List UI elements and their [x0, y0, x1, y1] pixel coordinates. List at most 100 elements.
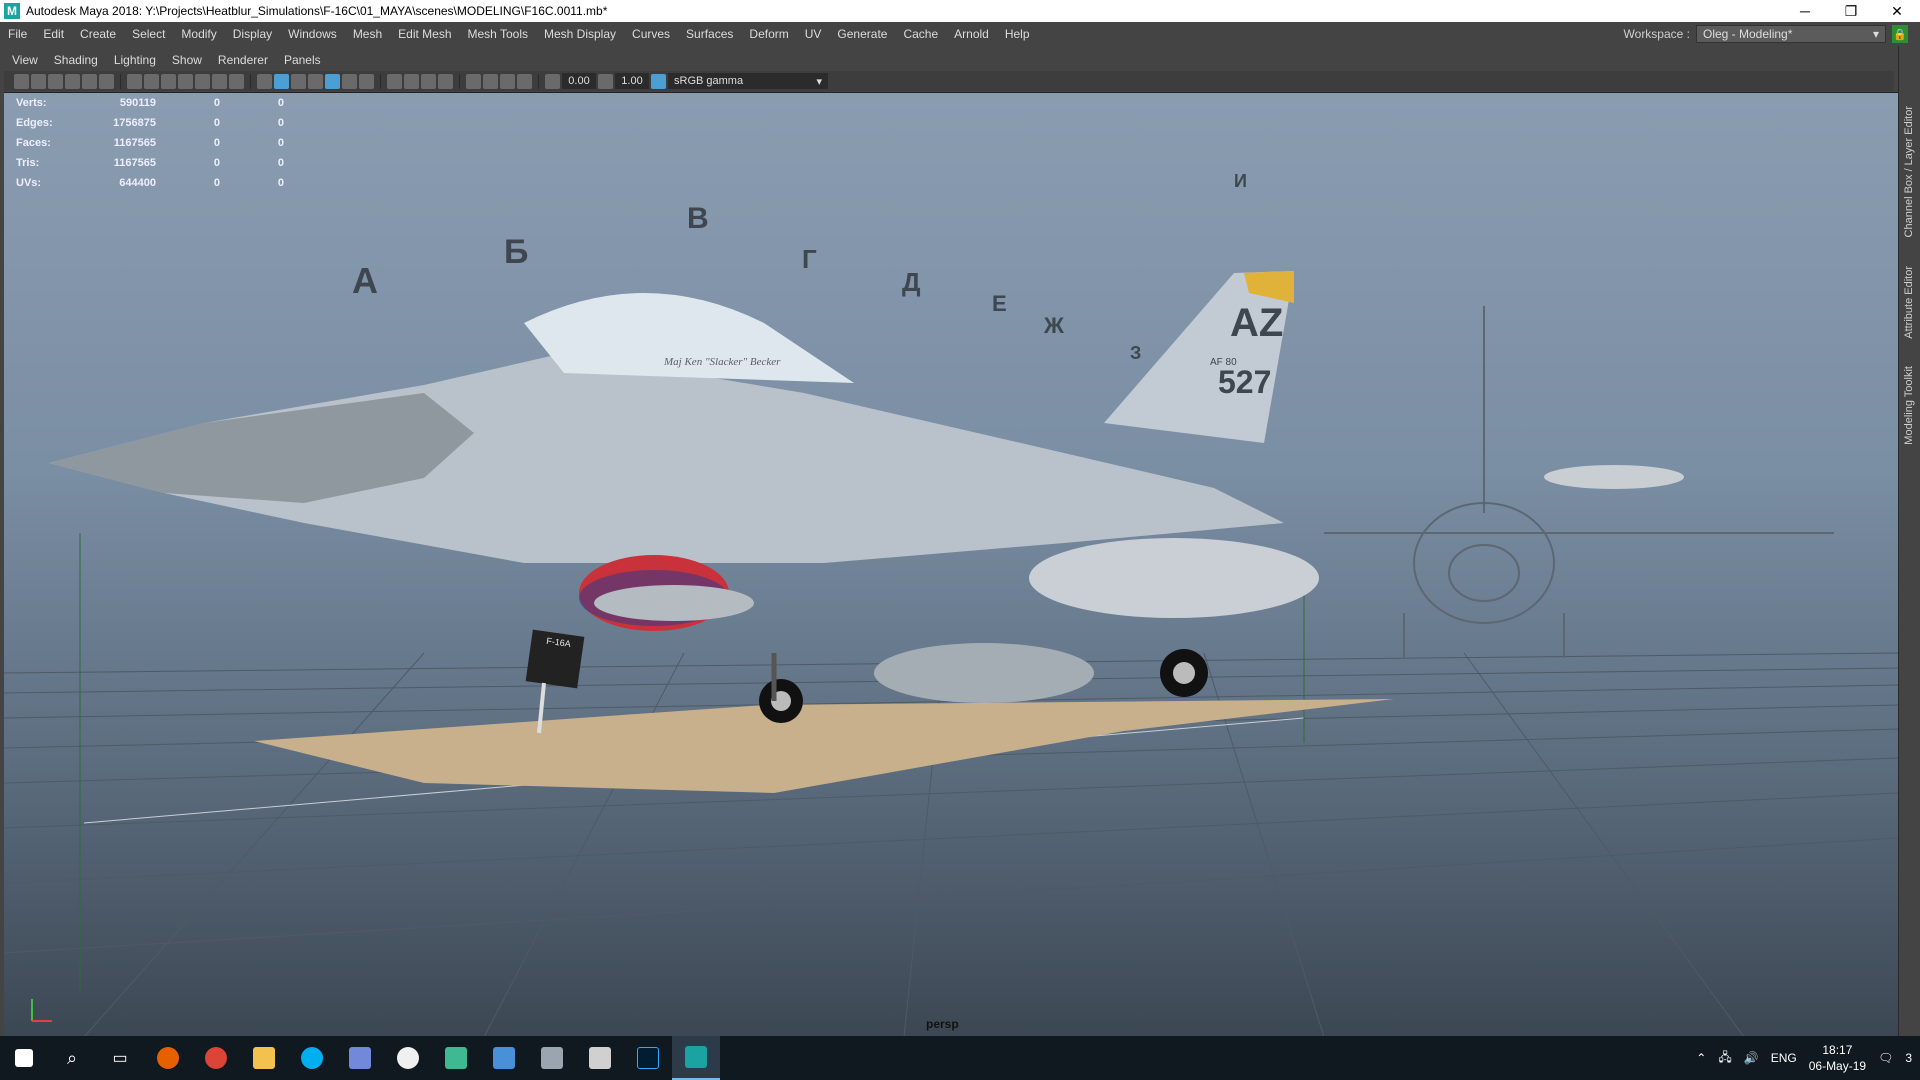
menu-file[interactable]: File — [0, 27, 35, 41]
network-icon[interactable]: 🖧 — [1718, 1048, 1731, 1069]
taskbar-photoshop[interactable] — [624, 1036, 672, 1080]
lock-icon[interactable]: 🔒 — [1892, 25, 1908, 43]
menu-modify[interactable]: Modify — [173, 27, 224, 41]
marker-v: В — [687, 202, 709, 235]
camera-attributes-icon[interactable] — [31, 73, 46, 89]
select-camera-icon[interactable] — [14, 73, 29, 89]
default-material-icon[interactable] — [291, 73, 306, 89]
menu-curves[interactable]: Curves — [624, 27, 678, 41]
gate-mask-icon[interactable] — [178, 73, 193, 89]
menu-select[interactable]: Select — [124, 27, 173, 41]
xray-joints-icon[interactable] — [517, 73, 532, 89]
image-plane-icon[interactable] — [65, 73, 80, 89]
use-all-lights-icon[interactable] — [342, 73, 357, 89]
chevron-up-icon[interactable]: ⌃ — [1696, 1051, 1706, 1065]
color-management-icon[interactable] — [651, 73, 666, 89]
taskbar-vmware[interactable] — [528, 1036, 576, 1080]
hud-components: 0 — [277, 117, 284, 129]
safe-action-icon[interactable] — [212, 73, 227, 89]
firefox-icon — [157, 1047, 179, 1069]
shadows-icon[interactable] — [359, 73, 374, 89]
hud-components: 0 — [277, 157, 284, 169]
ambient-occlusion-icon[interactable] — [387, 73, 402, 89]
exposure-field[interactable]: 0.00 — [562, 73, 596, 89]
menu-edit-mesh[interactable]: Edit Mesh — [390, 27, 459, 41]
taskbar-slack[interactable] — [432, 1036, 480, 1080]
minimize-button[interactable]: ─ — [1782, 0, 1828, 22]
menu-surfaces[interactable]: Surfaces — [678, 27, 741, 41]
workspace-label: Workspace : — [1623, 27, 1690, 41]
menu-uv[interactable]: UV — [797, 27, 830, 41]
taskbar-discord[interactable] — [336, 1036, 384, 1080]
hud-value: 1756875 — [113, 117, 156, 129]
gamma-icon[interactable] — [598, 73, 613, 89]
menu-mesh-display[interactable]: Mesh Display — [536, 27, 624, 41]
close-button[interactable]: ✕ — [1874, 0, 1920, 22]
language-indicator[interactable]: ENG — [1771, 1051, 1797, 1065]
bookmarks-icon[interactable] — [48, 73, 63, 89]
textured-icon[interactable] — [325, 73, 340, 89]
menu-deform[interactable]: Deform — [741, 27, 796, 41]
field-chart-icon[interactable] — [195, 73, 210, 89]
tab-channel-box[interactable]: Channel Box / Layer Editor — [1903, 106, 1915, 237]
skype-icon — [301, 1047, 323, 1069]
view-transform-dropdown[interactable]: sRGB gamma ▾ — [668, 73, 828, 89]
panel-menu-lighting[interactable]: Lighting — [106, 53, 164, 67]
taskbar-skype[interactable] — [288, 1036, 336, 1080]
xray-icon[interactable] — [483, 73, 498, 89]
menu-edit[interactable]: Edit — [35, 27, 72, 41]
workspace-dropdown[interactable]: Oleg - Modeling* ▾ — [1696, 25, 1886, 43]
panel-menu-shading[interactable]: Shading — [46, 53, 106, 67]
gamma-field[interactable]: 1.00 — [615, 73, 649, 89]
menu-mesh-tools[interactable]: Mesh Tools — [460, 27, 536, 41]
motion-blur-icon[interactable] — [404, 73, 419, 89]
menu-mesh[interactable]: Mesh — [345, 27, 390, 41]
marker-z: З — [1130, 343, 1141, 363]
menu-cache[interactable]: Cache — [895, 27, 946, 41]
clock[interactable]: 18:17 06-May-19 — [1809, 1042, 1866, 1074]
menu-windows[interactable]: Windows — [280, 27, 345, 41]
grid-icon[interactable] — [127, 73, 142, 89]
taskbar-maya[interactable] — [672, 1036, 720, 1080]
restore-button[interactable]: ❐ — [1828, 0, 1874, 22]
hud-label: Faces: — [16, 137, 51, 149]
panel-menu-view[interactable]: View — [4, 53, 46, 67]
menu-generate[interactable]: Generate — [829, 27, 895, 41]
resolution-gate-icon[interactable] — [161, 73, 176, 89]
taskbar-chrome[interactable] — [192, 1036, 240, 1080]
windows-start-button[interactable] — [0, 1036, 48, 1080]
volume-icon[interactable]: 🔊 — [1744, 1051, 1759, 1065]
wireframe-on-shaded-icon[interactable] — [308, 73, 323, 89]
marker-i: И — [1234, 171, 1247, 191]
viewport-persp[interactable]: А Б В Г Д Е Ж З И AZ 527 AF 80 Maj Ken "… — [4, 92, 1898, 1036]
menu-help[interactable]: Help — [997, 27, 1038, 41]
two-d-pan-icon[interactable] — [99, 73, 114, 89]
taskbar-photos[interactable] — [480, 1036, 528, 1080]
anti-aliasing-icon[interactable] — [421, 73, 436, 89]
panel-menu-renderer[interactable]: Renderer — [210, 53, 276, 67]
grease-pencil-icon[interactable] — [82, 73, 97, 89]
task-view-button[interactable]: ▭ — [96, 1036, 144, 1080]
exposure-icon[interactable] — [545, 73, 560, 89]
tab-modeling-toolkit[interactable]: Modeling Toolkit — [1903, 366, 1915, 445]
taskbar-itunes[interactable] — [384, 1036, 432, 1080]
menu-create[interactable]: Create — [72, 27, 124, 41]
film-gate-icon[interactable] — [144, 73, 159, 89]
taskbar-search-button[interactable]: ⌕ — [48, 1036, 96, 1080]
taskbar-firefox[interactable] — [144, 1036, 192, 1080]
tab-attribute-editor[interactable]: Attribute Editor — [1903, 266, 1915, 339]
taskbar-file-explorer[interactable] — [240, 1036, 288, 1080]
taskbar-calculator[interactable] — [576, 1036, 624, 1080]
panel-menu-show[interactable]: Show — [164, 53, 210, 67]
xray-active-components-icon[interactable] — [500, 73, 515, 89]
notifications-icon[interactable]: 🗨 — [1878, 1051, 1893, 1065]
panel-menu-panels[interactable]: Panels — [276, 53, 329, 67]
safe-title-icon[interactable] — [229, 73, 244, 89]
smooth-shade-icon[interactable] — [274, 73, 289, 89]
wireframe-icon[interactable] — [257, 73, 272, 89]
menu-display[interactable]: Display — [225, 27, 280, 41]
depth-of-field-icon[interactable] — [438, 73, 453, 89]
hud-label: Tris: — [16, 157, 40, 169]
isolate-select-icon[interactable] — [466, 73, 481, 89]
menu-arnold[interactable]: Arnold — [946, 27, 997, 41]
